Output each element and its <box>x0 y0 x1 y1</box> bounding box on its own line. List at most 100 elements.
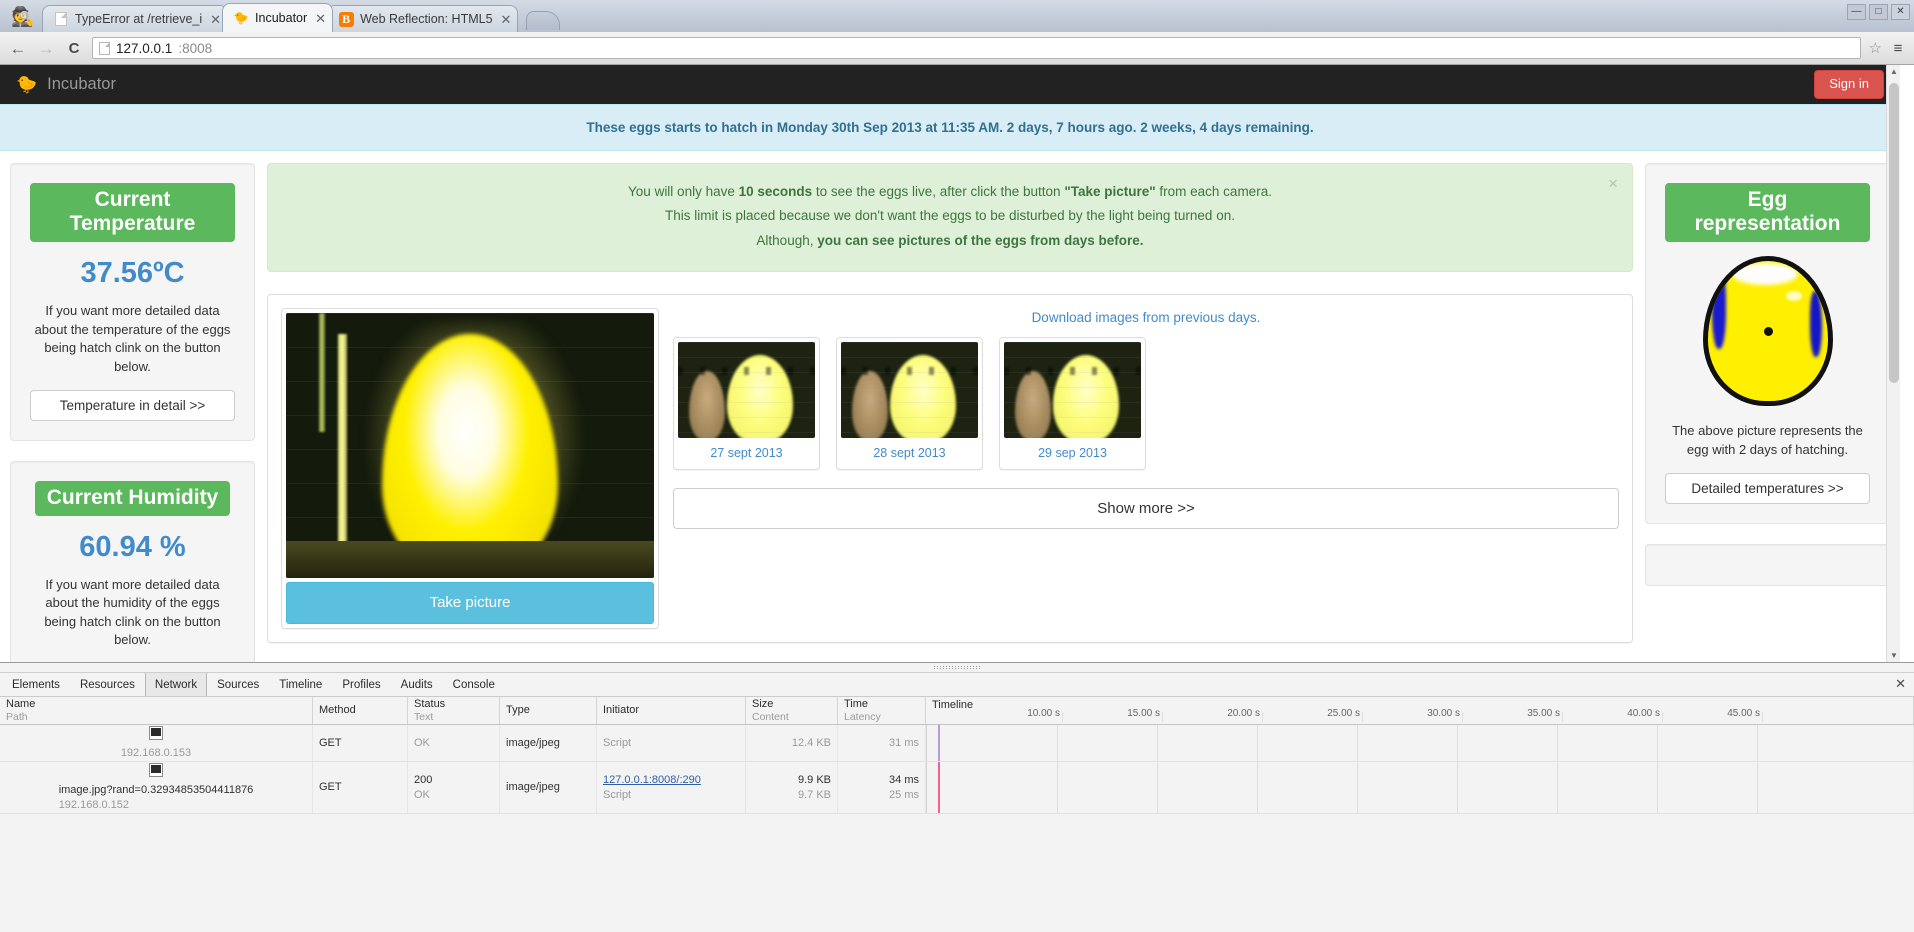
devtools-close-icon[interactable]: ✕ <box>1895 677 1906 690</box>
request-initiator-cell[interactable]: Script <box>597 725 746 762</box>
browser-tab-1[interactable]: TypeError at /retrieve_i ✕ <box>42 5 229 32</box>
temperature-detail-button[interactable]: Temperature in detail >> <box>30 389 235 421</box>
site-brand-label: Incubator <box>47 75 116 93</box>
browser-tabstrip: 🕵 TypeError at /retrieve_i ✕ 🐤 Incubator… <box>0 0 1914 32</box>
alert-line3-part-b: you can see pictures of the eggs from da… <box>817 232 1144 248</box>
thumbnail-caption[interactable]: 27 sept 2013 <box>678 438 815 465</box>
timeline-tick: 20.00 s <box>1227 707 1260 719</box>
temperature-panel: Current Temperature 37.56ºC If you want … <box>10 163 255 441</box>
vertical-scroll-thumb[interactable] <box>1889 83 1899 383</box>
devtools-resize-handle[interactable] <box>0 663 1914 673</box>
back-icon[interactable]: ← <box>8 40 28 57</box>
thumbnail-item[interactable]: 28 sept 2013 <box>836 336 983 470</box>
temperature-heading: Current Temperature <box>30 183 235 243</box>
close-icon[interactable]: ✕ <box>315 12 326 25</box>
timeline-bar-track <box>926 725 1913 762</box>
thumbnail-caption[interactable]: 29 sep 2013 <box>1004 438 1141 465</box>
new-tab-button[interactable] <box>526 11 561 30</box>
alert-line-3: Although, you can see pictures of the eg… <box>302 229 1598 253</box>
minimize-button[interactable]: — <box>1847 4 1866 20</box>
window-close-button[interactable]: ✕ <box>1891 4 1910 20</box>
detailed-temperatures-button[interactable]: Detailed temperatures >> <box>1665 473 1870 505</box>
column-header-timeline[interactable]: Timeline 10.00 s 15.00 s 20.00 s 25.00 s… <box>926 697 1914 724</box>
devtools-tab-sources[interactable]: Sources <box>207 673 269 696</box>
browser-toolbar: ← → C 127.0.0.1:8008 ☆ ≡ <box>0 32 1914 65</box>
network-table-header: Name Path Method Status Text Type Initia… <box>0 697 1914 725</box>
chrome-menu-icon[interactable]: ≡ <box>1890 40 1906 57</box>
download-images-link[interactable]: Download images from previous days. <box>673 310 1619 325</box>
devtools-tab-profiles[interactable]: Profiles <box>332 673 390 696</box>
devtools-tab-console[interactable]: Console <box>443 673 505 696</box>
timeline-tick: 25.00 s <box>1327 707 1360 719</box>
camera-panel: Take picture Download images from previo… <box>267 293 1633 643</box>
browser-tab-2-title: Incubator <box>255 11 308 25</box>
request-name-cell[interactable]: 192.168.0.153 <box>0 725 313 762</box>
temperature-description: If you want more detailed data about the… <box>34 303 231 374</box>
thumbnail-item[interactable]: 27 sept 2013 <box>673 336 820 470</box>
close-icon[interactable]: ✕ <box>210 13 221 26</box>
site-brand[interactable]: 🐤 Incubator <box>16 75 116 94</box>
request-name-cell[interactable]: image.jpg?rand=0.32934853504411876 192.1… <box>0 762 313 813</box>
column-header-name-sub: Path <box>6 710 28 723</box>
request-status-text: OK <box>414 788 430 801</box>
forward-icon[interactable]: → <box>36 40 56 57</box>
request-initiator-link[interactable]: 127.0.0.1:8008/:290 <box>603 773 739 787</box>
browser-tab-3[interactable]: B Web Reflection: HTML5 ✕ <box>327 5 519 32</box>
previous-images-column: Download images from previous days. 27 s… <box>673 308 1619 529</box>
camera-scanlines <box>841 341 978 438</box>
devtools-tab-network[interactable]: Network <box>144 673 208 696</box>
address-bar[interactable]: 127.0.0.1:8008 <box>92 37 1861 59</box>
egg-blue-right <box>1809 291 1822 358</box>
request-initiator-cell[interactable]: 127.0.0.1:8008/:290 Script <box>597 762 746 813</box>
browser-tab-3-title: Web Reflection: HTML5 <box>360 12 493 26</box>
request-initiator-sub: Script <box>603 737 632 749</box>
egg-white-top <box>1731 263 1798 286</box>
thumbnail-caption[interactable]: 28 sept 2013 <box>841 438 978 465</box>
column-header-initiator-label: Initiator <box>603 704 640 717</box>
humidity-value: 60.94 % <box>79 531 186 564</box>
table-row[interactable]: 192.168.0.153 GET OK image/jpeg Script 1… <box>0 725 1914 763</box>
request-type: image/jpeg <box>506 781 560 794</box>
column-header-size[interactable]: Size Content <box>746 697 838 724</box>
reload-icon[interactable]: C <box>64 41 84 56</box>
camera-rod-left <box>319 312 326 432</box>
timeline-tick: 30.00 s <box>1427 707 1460 719</box>
column-header-time-sub: Latency <box>844 710 881 723</box>
request-content-size: 9.7 KB <box>797 788 831 801</box>
timeline-tick: 45.00 s <box>1727 707 1760 719</box>
camera-scanlines <box>1004 341 1141 438</box>
show-more-button[interactable]: Show more >> <box>673 487 1619 529</box>
request-timeline-cell <box>926 762 1914 813</box>
maximize-button[interactable]: □ <box>1869 4 1888 20</box>
take-picture-button[interactable]: Take picture <box>286 581 654 624</box>
devtools-panel: Elements Resources Network Sources Timel… <box>0 662 1914 932</box>
devtools-tab-resources[interactable]: Resources <box>70 673 145 696</box>
close-icon[interactable]: ✕ <box>501 13 512 26</box>
column-header-method[interactable]: Method <box>313 697 408 724</box>
alert-close-icon[interactable]: × <box>1608 175 1618 192</box>
drag-handle-icon[interactable] <box>934 665 980 670</box>
bookmark-star-icon[interactable]: ☆ <box>1869 39 1882 57</box>
address-bar-host: 127.0.0.1 <box>116 40 173 56</box>
table-row[interactable]: image.jpg?rand=0.32934853504411876 192.1… <box>0 762 1914 814</box>
page-vertical-scrollbar[interactable]: ▲ ▼ <box>1886 65 1900 663</box>
column-header-name[interactable]: Name Path <box>0 697 313 724</box>
browser-tab-2[interactable]: 🐤 Incubator ✕ <box>222 3 334 32</box>
devtools-tab-audits[interactable]: Audits <box>391 673 443 696</box>
scroll-up-icon[interactable]: ▲ <box>1887 65 1900 79</box>
scroll-down-icon[interactable]: ▼ <box>1887 649 1900 663</box>
page-content: Current Temperature 37.56ºC If you want … <box>0 151 1900 677</box>
request-type-cell: image/jpeg <box>500 762 597 813</box>
sign-in-button[interactable]: Sign in <box>1814 70 1884 99</box>
devtools-tab-timeline[interactable]: Timeline <box>269 673 332 696</box>
page-info-icon[interactable] <box>99 41 110 55</box>
column-header-name-label: Name <box>6 698 36 711</box>
timeline-bar-track <box>926 762 1913 813</box>
thumbnail-item[interactable]: 29 sep 2013 <box>999 336 1146 470</box>
column-header-time[interactable]: Time Latency <box>838 697 926 724</box>
devtools-tab-elements[interactable]: Elements <box>2 673 70 696</box>
middle-column: × You will only have 10 seconds to see t… <box>255 163 1645 643</box>
column-header-type[interactable]: Type <box>500 697 597 724</box>
column-header-initiator[interactable]: Initiator <box>597 697 746 724</box>
column-header-status[interactable]: Status Text <box>408 697 500 724</box>
